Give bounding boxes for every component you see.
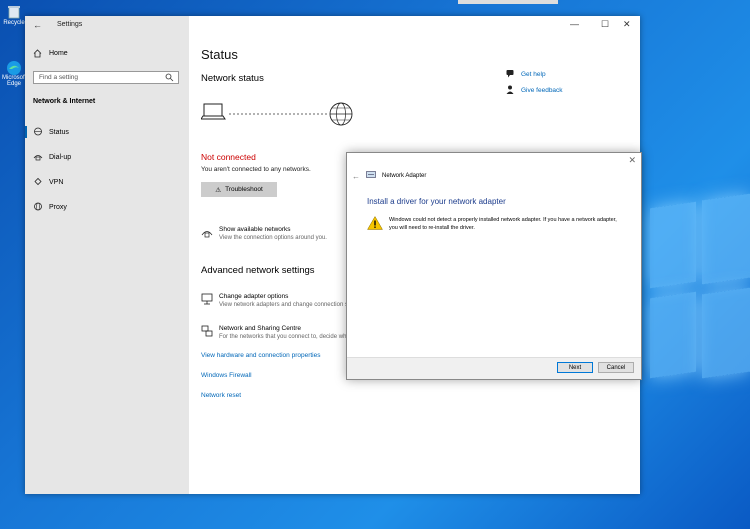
sharing-icon [201,325,213,340]
dialog-footer: Next Cancel [347,357,641,379]
dialog-title: Network Adapter [382,173,427,179]
sidebar-item-label: Proxy [49,203,67,211]
windows-logo-wallpaper [650,193,750,395]
get-help-link[interactable]: Get help [506,69,546,80]
sidebar-home[interactable]: Home [33,49,68,58]
show-networks-title: Show available networks [219,226,291,233]
window-title: Settings [57,21,83,28]
back-arrow-icon[interactable]: ← [33,20,42,30]
sidebar-item-dialup[interactable]: Dial-up [25,149,189,165]
cancel-button[interactable]: Cancel [598,362,634,373]
globe-icon [329,102,353,126]
help-chat-icon [506,69,515,80]
feedback-person-icon [506,85,515,96]
network-adapter-icon [366,171,376,181]
sidebar-item-label: VPN [49,178,64,186]
network-diagram [200,102,361,130]
sidebar-item-vpn[interactable]: VPN [25,174,189,190]
get-help-label: Get help [521,71,546,78]
search-icon [165,73,174,82]
network-reset-link[interactable]: Network reset [201,392,241,399]
search-placeholder: Find a setting [39,74,79,81]
laptop-icon [200,103,226,120]
hardware-properties-link[interactable]: View hardware and connection properties [201,352,320,359]
recycle-bin-icon [6,5,22,19]
monitor-icon [201,293,213,308]
sidebar-item-status[interactable]: Status [25,124,189,140]
dialup-icon [33,152,43,163]
give-feedback-label: Give feedback [521,87,563,94]
warning-icon: ⚠ [215,186,222,194]
windows-firewall-link[interactable]: Windows Firewall [201,372,252,379]
background-window-edge [458,0,558,4]
edge-shortcut[interactable]: Microsoft Edge [2,60,26,87]
edge-icon [6,60,22,75]
home-icon [33,49,42,58]
sidebar-item-label: Dial-up [49,153,72,161]
connection-state: Not connected [201,152,256,162]
give-feedback-link[interactable]: Give feedback [506,85,563,96]
troubleshoot-button[interactable]: ⚠ Troubleshoot [201,182,277,197]
dialog-message-text: Windows could not detect a properly inst… [389,217,617,232]
network-status-heading: Network status [201,73,264,84]
proxy-icon [33,202,43,213]
dialog-message: Windows could not detect a properly inst… [367,215,627,233]
network-list-icon [201,226,213,241]
maximize-button[interactable]: ☐ [601,19,609,30]
dialog-back-arrow-icon[interactable]: ← [352,172,360,181]
status-icon [33,127,43,138]
show-networks-desc: View the connection options around you. [219,235,327,241]
dialog-heading: Install a driver for your network adapte… [367,197,506,206]
page-title: Status [201,47,238,62]
sidebar-section-title: Network & Internet [33,98,96,105]
sidebar-item-label: Status [49,128,69,136]
advanced-settings-heading: Advanced network settings [201,265,315,276]
home-label: Home [49,50,68,57]
dialog-close-button[interactable]: ✕ [628,155,636,166]
edge-label: Microsoft Edge [2,75,27,87]
minimize-button[interactable]: — [570,19,579,29]
vpn-icon [33,177,43,188]
change-adapter-option[interactable]: Change adapter options View network adap… [201,293,367,308]
sidebar-item-proxy[interactable]: Proxy [25,199,189,215]
search-input[interactable]: Find a setting [33,71,179,84]
recycle-bin-label: Recycle [3,20,25,26]
warning-triangle-icon [367,215,383,233]
show-networks-option[interactable]: Show available networks View the connect… [201,226,327,241]
title-bar: ← Settings — ☐ ✕ [25,16,640,34]
sidebar [25,16,189,494]
network-adapter-dialog: ✕ ← Network Adapter Install a driver for… [346,152,642,380]
next-button[interactable]: Next [557,362,593,373]
connection-state-detail: You aren't connected to any networks. [201,166,311,173]
dialog-header: ← Network Adapter [352,171,426,181]
troubleshoot-label: Troubleshoot [225,186,263,193]
recycle-bin-shortcut[interactable]: Recycle [2,5,26,26]
close-button[interactable]: ✕ [623,19,631,30]
